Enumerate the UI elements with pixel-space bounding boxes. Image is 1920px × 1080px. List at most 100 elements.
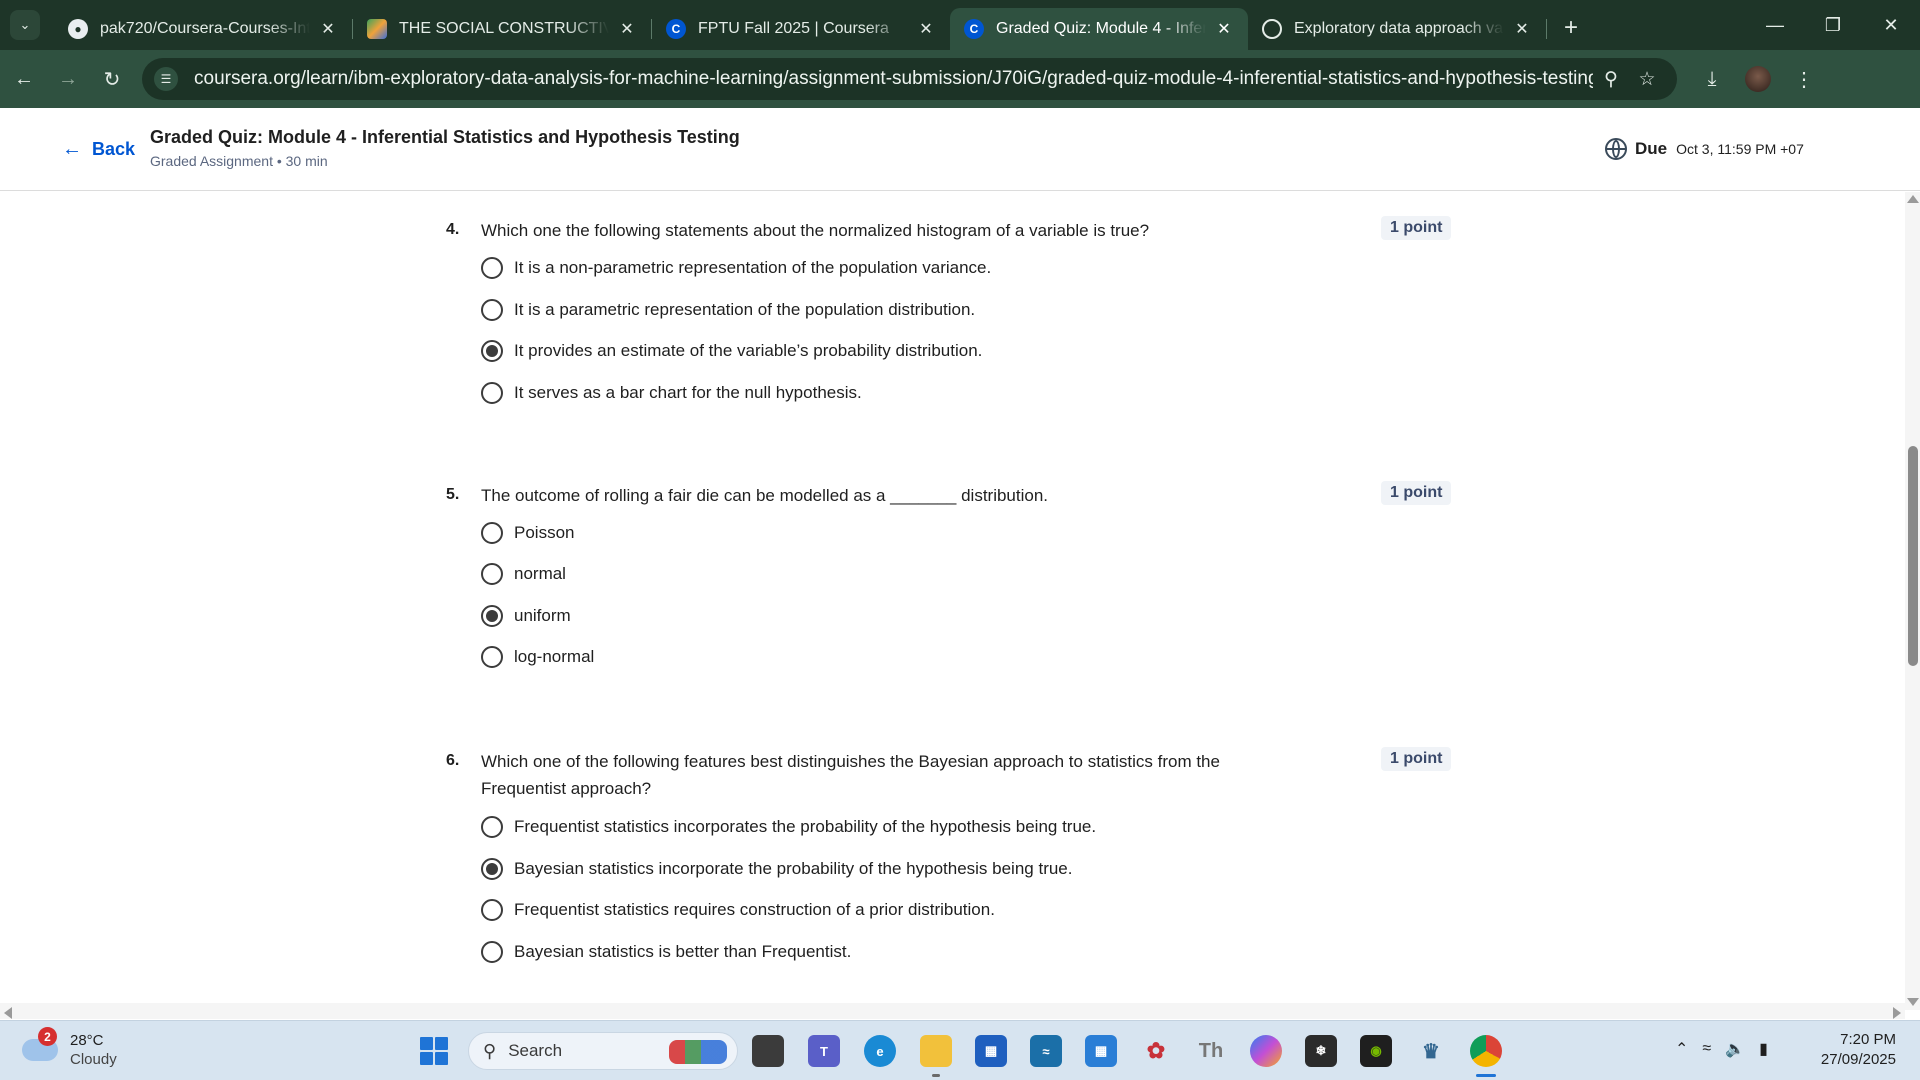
- layers-icon: [367, 19, 387, 39]
- clock-time: 7:20 PM: [1840, 1031, 1896, 1048]
- taskbar-search[interactable]: ⚲ Search: [468, 1032, 738, 1070]
- new-tab-button[interactable]: +: [1553, 10, 1589, 46]
- nvidia-icon[interactable]: ◉: [1360, 1035, 1392, 1067]
- radio-button[interactable]: [481, 816, 503, 838]
- app-red-icon[interactable]: ✿: [1140, 1035, 1172, 1067]
- answer-option[interactable]: It is a parametric representation of the…: [481, 299, 975, 321]
- temperature: 28°C: [70, 1032, 104, 1049]
- wifi-icon[interactable]: ≈: [1702, 1040, 1711, 1058]
- radio-button-checked[interactable]: [481, 605, 503, 627]
- close-icon[interactable]: ✕: [1512, 19, 1532, 39]
- tab-social-constructive[interactable]: THE SOCIAL CONSTRUCTIVE LE ✕: [353, 8, 651, 50]
- restore-icon[interactable]: ❐: [1804, 0, 1862, 50]
- radio-button-checked[interactable]: [481, 340, 503, 362]
- file-explorer-icon[interactable]: [920, 1035, 952, 1067]
- bookmark-star-icon[interactable]: ☆: [1629, 68, 1665, 91]
- radio-button[interactable]: [481, 257, 503, 279]
- question-number: 4.: [446, 221, 460, 238]
- windows-start-icon[interactable]: [420, 1037, 448, 1065]
- radio-button[interactable]: [481, 941, 503, 963]
- points-badge: 1 point: [1381, 747, 1452, 771]
- weather-widget[interactable]: 2 28°C Cloudy: [22, 1027, 117, 1069]
- radio-button[interactable]: [481, 299, 503, 321]
- font-app-icon[interactable]: Th: [1195, 1035, 1227, 1067]
- minimize-icon[interactable]: —: [1746, 0, 1804, 50]
- scroll-right-icon[interactable]: [1893, 1007, 1901, 1019]
- zoom-icon[interactable]: ⚲: [1593, 68, 1629, 91]
- question-text: Which one the following statements about…: [481, 221, 1150, 240]
- back-arrow-icon[interactable]: ←: [4, 59, 44, 99]
- weather-condition: Cloudy: [70, 1051, 117, 1068]
- browser-menu-icon[interactable]: ⋮: [1781, 59, 1827, 99]
- tab-fptu-coursera[interactable]: C FPTU Fall 2025 | Coursera ✕: [652, 8, 950, 50]
- radio-button[interactable]: [481, 899, 503, 921]
- close-window-icon[interactable]: ✕: [1862, 0, 1920, 50]
- radio-button[interactable]: [481, 522, 503, 544]
- postgres-icon[interactable]: ♛: [1415, 1035, 1447, 1067]
- system-clock[interactable]: 7:20 PM 27/09/2025: [1821, 1030, 1896, 1070]
- tab-graded-quiz[interactable]: C Graded Quiz: Module 4 - Infere ✕: [950, 8, 1248, 50]
- copilot-icon[interactable]: [1250, 1035, 1282, 1067]
- close-icon[interactable]: ✕: [318, 19, 338, 39]
- assignment-meta: Graded Assignment • 30 min: [150, 153, 328, 169]
- calendar-icon[interactable]: ▦: [1085, 1035, 1117, 1067]
- scroll-down-icon[interactable]: [1907, 998, 1919, 1006]
- tab-title: THE SOCIAL CONSTRUCTIVE LE: [399, 20, 609, 37]
- answer-option-selected[interactable]: uniform: [481, 605, 571, 627]
- close-icon[interactable]: ✕: [617, 19, 637, 39]
- scrollbar-thumb[interactable]: [1908, 446, 1918, 666]
- profile-avatar[interactable]: [1735, 59, 1781, 99]
- answer-option[interactable]: normal: [481, 563, 566, 585]
- scroll-left-icon[interactable]: [4, 1007, 12, 1019]
- radio-button[interactable]: [481, 563, 503, 585]
- back-link[interactable]: ← Back: [62, 138, 135, 161]
- radio-button[interactable]: [481, 382, 503, 404]
- radio-button-checked[interactable]: [481, 858, 503, 880]
- question-text: The outcome of rolling a fair die can be…: [481, 486, 1049, 505]
- chrome-icon[interactable]: [1470, 1035, 1502, 1067]
- taskbar: 2 28°C Cloudy ⚲ Search T e ▦ ≈ ▦ ✿ Th ❄ …: [0, 1020, 1920, 1080]
- app-dark-icon[interactable]: ❄: [1305, 1035, 1337, 1067]
- answer-option[interactable]: Frequentist statistics requires construc…: [481, 899, 995, 921]
- edge-icon[interactable]: e: [864, 1035, 896, 1067]
- arrow-left-icon: ←: [62, 138, 82, 160]
- radio-button[interactable]: [481, 646, 503, 668]
- tab-search-button[interactable]: ⌄: [10, 10, 40, 40]
- reload-icon[interactable]: ↻: [92, 59, 132, 99]
- option-label: Poisson: [514, 523, 575, 542]
- answer-option[interactable]: It is a non-parametric representation of…: [481, 257, 991, 279]
- battery-icon[interactable]: ▮: [1759, 1039, 1768, 1059]
- tab-github[interactable]: ● pak720/Coursera-Courses-Intro ✕: [54, 8, 352, 50]
- site-settings-icon[interactable]: ☰: [154, 67, 178, 91]
- answer-option[interactable]: Frequentist statistics incorporates the …: [481, 816, 1096, 838]
- volume-icon[interactable]: 🔈: [1725, 1039, 1745, 1059]
- tab-divider: [1546, 19, 1547, 39]
- answer-option[interactable]: Bayesian statistics is better than Frequ…: [481, 941, 851, 963]
- points-badge: 1 point: [1381, 216, 1452, 240]
- answer-option[interactable]: log-normal: [481, 646, 594, 668]
- close-icon[interactable]: ✕: [1214, 19, 1234, 39]
- close-icon[interactable]: ✕: [916, 19, 936, 39]
- answer-option[interactable]: Poisson: [481, 522, 574, 544]
- teams-icon[interactable]: T: [808, 1035, 840, 1067]
- tab-chatgpt[interactable]: Exploratory data approach valid ✕: [1248, 8, 1546, 50]
- answer-option-selected[interactable]: It provides an estimate of the variable’…: [481, 340, 982, 362]
- question-number: 6.: [446, 752, 460, 769]
- points-badge: 1 point: [1381, 481, 1452, 505]
- address-bar[interactable]: ☰ coursera.org/learn/ibm-exploratory-dat…: [142, 58, 1677, 100]
- page-title: Graded Quiz: Module 4 - Inferential Stat…: [150, 127, 740, 147]
- forward-arrow-icon[interactable]: →: [48, 59, 88, 99]
- store-icon[interactable]: ▦: [975, 1035, 1007, 1067]
- github-icon: ●: [68, 19, 88, 39]
- answer-option[interactable]: It serves as a bar chart for the null hy…: [481, 382, 862, 404]
- horizontal-scrollbar[interactable]: [0, 1003, 1905, 1019]
- answer-option-selected[interactable]: Bayesian statistics incorporate the prob…: [481, 858, 1073, 880]
- vertical-scrollbar[interactable]: [1905, 192, 1920, 1010]
- option-label: Frequentist statistics incorporates the …: [514, 817, 1097, 836]
- task-view-icon[interactable]: [752, 1035, 784, 1067]
- download-icon[interactable]: ⤓: [1689, 59, 1735, 99]
- url-text[interactable]: coursera.org/learn/ibm-exploratory-data-…: [194, 68, 1593, 90]
- photos-icon[interactable]: ≈: [1030, 1035, 1062, 1067]
- scroll-up-icon[interactable]: [1907, 195, 1919, 203]
- chevron-up-icon[interactable]: ⌃: [1675, 1039, 1688, 1059]
